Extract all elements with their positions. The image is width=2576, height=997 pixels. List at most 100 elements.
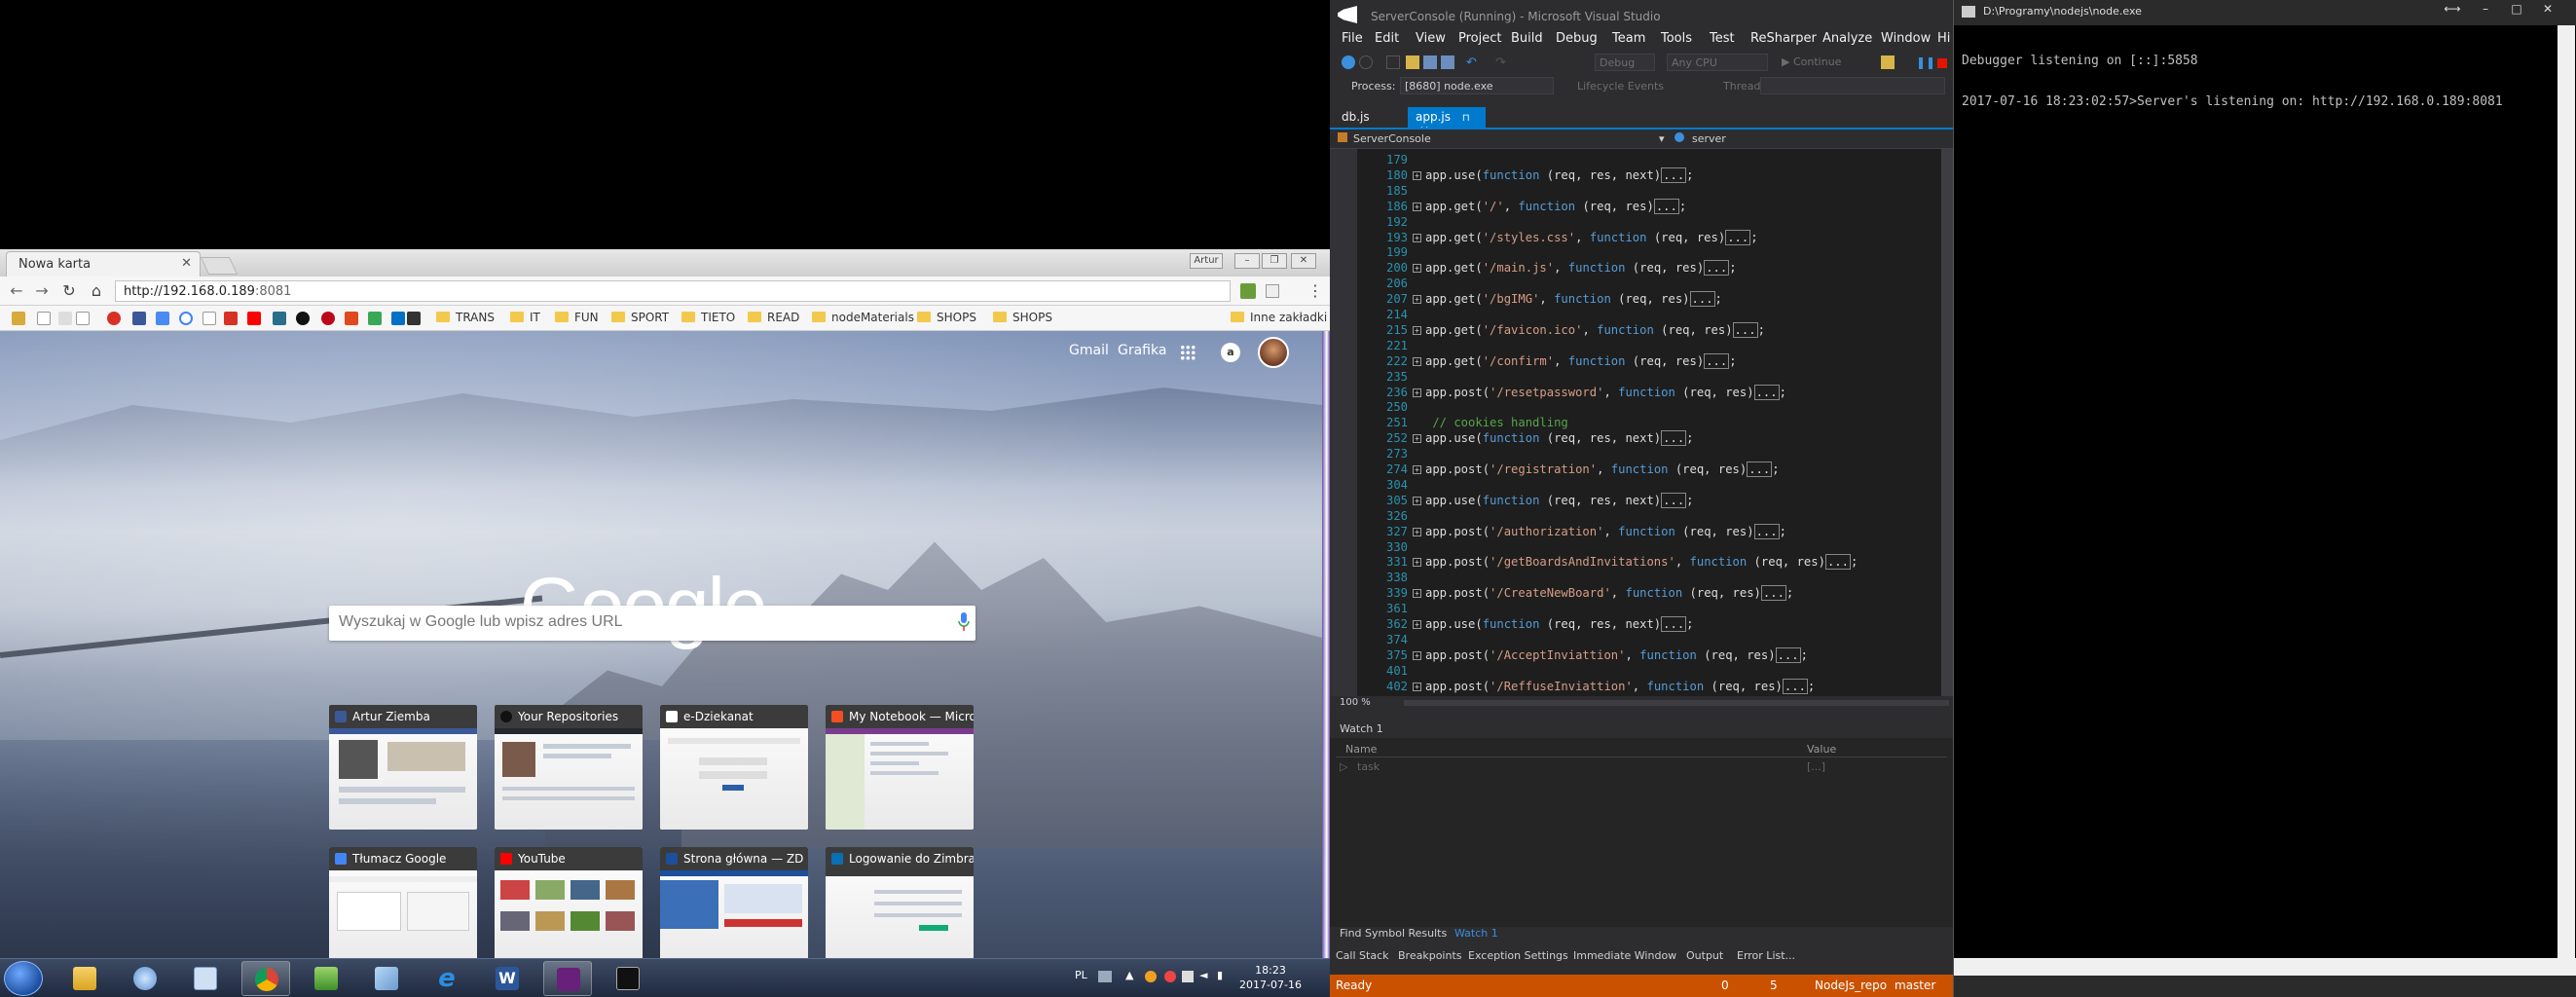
- bookmark-folder[interactable]: READ: [748, 311, 799, 324]
- bookmark-folder[interactable]: SHOPS: [993, 311, 1052, 324]
- tab-output[interactable]: Output: [1686, 949, 1723, 962]
- most-visited-tile[interactable]: Logowanie do Zimbra: [826, 847, 974, 958]
- stop-icon[interactable]: [1937, 58, 1947, 68]
- most-visited-tile[interactable]: e-Dziekanat: [660, 705, 808, 830]
- menu-icon[interactable]: ⋮: [1305, 281, 1326, 301]
- expand-region-icon[interactable]: +: [1413, 325, 1421, 335]
- tray-icon[interactable]: [1145, 971, 1157, 982]
- menu-help[interactable]: Hi: [1937, 31, 1950, 46]
- taskbar-app[interactable]: [302, 961, 350, 996]
- expand-region-icon[interactable]: +: [1413, 264, 1421, 274]
- tab-breakpoints[interactable]: Breakpoints: [1398, 949, 1462, 962]
- nav-project[interactable]: ServerConsole: [1353, 132, 1431, 145]
- taskbar-notepad[interactable]: [181, 961, 230, 996]
- microphone-icon[interactable]: [958, 612, 970, 632]
- avatar[interactable]: [1258, 337, 1289, 368]
- clock[interactable]: 18:23 2017-07-16: [1236, 963, 1305, 992]
- tab-find-symbol-results[interactable]: Find Symbol Results: [1340, 927, 1447, 940]
- language-indicator[interactable]: PL: [1075, 969, 1087, 981]
- forward-icon[interactable]: →: [31, 281, 53, 301]
- tab-error-list[interactable]: Error List...: [1737, 949, 1795, 962]
- bookmark-icon[interactable]: [247, 312, 261, 325]
- most-visited-tile[interactable]: My Notebook — Micro: [826, 705, 974, 830]
- forward-navigate-icon[interactable]: [1359, 55, 1373, 69]
- expand-region-icon[interactable]: +: [1413, 170, 1421, 180]
- new-item-icon[interactable]: [1386, 55, 1400, 69]
- status-repo[interactable]: NodeJs_repo: [1815, 979, 1887, 992]
- status-branch[interactable]: master: [1895, 979, 1935, 992]
- taskbar-visual-studio[interactable]: [543, 961, 592, 996]
- menu-project[interactable]: Project: [1458, 31, 1501, 46]
- tab-watch-1[interactable]: Watch 1: [1454, 927, 1498, 940]
- close-window-button[interactable]: ✕: [2536, 2, 2559, 18]
- configuration-dropdown[interactable]: Debug: [1595, 54, 1655, 71]
- lifecycle-events[interactable]: Lifecycle Events: [1577, 80, 1664, 92]
- bookmark-icon[interactable]: [391, 312, 405, 325]
- pin-icon[interactable]: ⊓: [1462, 113, 1470, 124]
- zoom-level[interactable]: 100 %: [1340, 697, 1371, 708]
- menu-tools[interactable]: Tools: [1661, 31, 1692, 46]
- most-visited-tile[interactable]: Your Repositories: [495, 705, 643, 830]
- code-editor[interactable]: 179 180 + app.use(function (req, res, next)…: [1330, 149, 1953, 696]
- tab-exception-settings[interactable]: Exception Settings: [1468, 949, 1568, 962]
- bookmark-icon[interactable]: [368, 312, 382, 325]
- tray-icon[interactable]: [1164, 971, 1176, 982]
- tab-immediate-window[interactable]: Immediate Window: [1573, 949, 1676, 962]
- menu-build[interactable]: Build: [1511, 31, 1543, 46]
- notifications-icon[interactable]: a: [1221, 343, 1240, 362]
- expand-region-icon[interactable]: +: [1413, 496, 1421, 505]
- expand-region-icon[interactable]: +: [1413, 388, 1421, 397]
- menu-test[interactable]: Test: [1710, 31, 1735, 46]
- redo-icon[interactable]: ↷: [1495, 55, 1509, 70]
- taskbar-console[interactable]: [604, 961, 652, 996]
- address-bar[interactable]: http://192.168.0.189:8081: [115, 280, 1231, 302]
- keyboard-icon[interactable]: [1098, 971, 1112, 982]
- menu-edit[interactable]: Edit: [1375, 31, 1399, 46]
- menu-debug[interactable]: Debug: [1556, 31, 1598, 46]
- undo-icon[interactable]: ↶: [1466, 55, 1480, 70]
- process-dropdown[interactable]: [8680] node.exe: [1400, 77, 1554, 94]
- tray-icon[interactable]: [1182, 971, 1194, 982]
- bookmark-icon[interactable]: [224, 312, 238, 325]
- taskbar-media-player[interactable]: [121, 961, 169, 996]
- expand-region-icon[interactable]: +: [1413, 202, 1421, 211]
- bookmark-icon[interactable]: [12, 312, 25, 325]
- menu-window[interactable]: Window: [1881, 31, 1931, 46]
- show-hidden-icons[interactable]: ▲: [1125, 969, 1133, 981]
- most-visited-tile[interactable]: Tłumacz Google: [329, 847, 477, 958]
- home-icon[interactable]: ⌂: [86, 281, 107, 301]
- bookmark-folder[interactable]: TIETO: [681, 311, 735, 324]
- most-visited-tile[interactable]: Artur Ziemba: [329, 705, 477, 830]
- chevron-down-icon[interactable]: ▾: [1659, 132, 1665, 145]
- chrome-tab[interactable]: Nowa karta ✕: [6, 251, 201, 277]
- menu-resharper[interactable]: ReSharper: [1750, 31, 1817, 46]
- status-item[interactable]: 0: [1721, 979, 1729, 992]
- minimize-button[interactable]: –: [2474, 2, 2497, 18]
- expand-region-icon[interactable]: +: [1413, 650, 1421, 660]
- col-value[interactable]: Value: [1807, 743, 1836, 756]
- close-tab-icon[interactable]: ✕: [181, 256, 192, 271]
- bookmark-icon[interactable]: [76, 312, 90, 325]
- maximize-button[interactable]: □: [2505, 2, 2528, 18]
- apps-icon[interactable]: [1180, 345, 1196, 360]
- expand-region-icon[interactable]: +: [1413, 682, 1421, 691]
- menu-team[interactable]: Team: [1612, 31, 1645, 46]
- bookmark-icon[interactable]: [345, 312, 358, 325]
- bookmark-icon[interactable]: [407, 312, 421, 325]
- console-vertical-scrollbar[interactable]: [2558, 25, 2575, 960]
- new-tab-button[interactable]: [200, 257, 239, 275]
- reload-icon[interactable]: ↻: [58, 281, 80, 301]
- menu-file[interactable]: File: [1342, 31, 1363, 46]
- user-profile-button[interactable]: Artur: [1190, 253, 1223, 269]
- bookmark-icon[interactable]: [107, 312, 121, 325]
- tool-icon[interactable]: [1881, 55, 1895, 69]
- status-item[interactable]: 5: [1770, 979, 1778, 992]
- open-file-icon[interactable]: [1406, 55, 1419, 69]
- taskbar-chrome[interactable]: [241, 961, 290, 996]
- network-icon[interactable]: ▮: [1217, 969, 1223, 981]
- tab-db-js[interactable]: db.js: [1334, 107, 1378, 128]
- horizontal-scrollbar[interactable]: [1404, 700, 1949, 706]
- nav-member[interactable]: server: [1692, 132, 1726, 145]
- expand-region-icon[interactable]: +: [1413, 356, 1421, 366]
- tab-call-stack[interactable]: Call Stack: [1336, 949, 1388, 962]
